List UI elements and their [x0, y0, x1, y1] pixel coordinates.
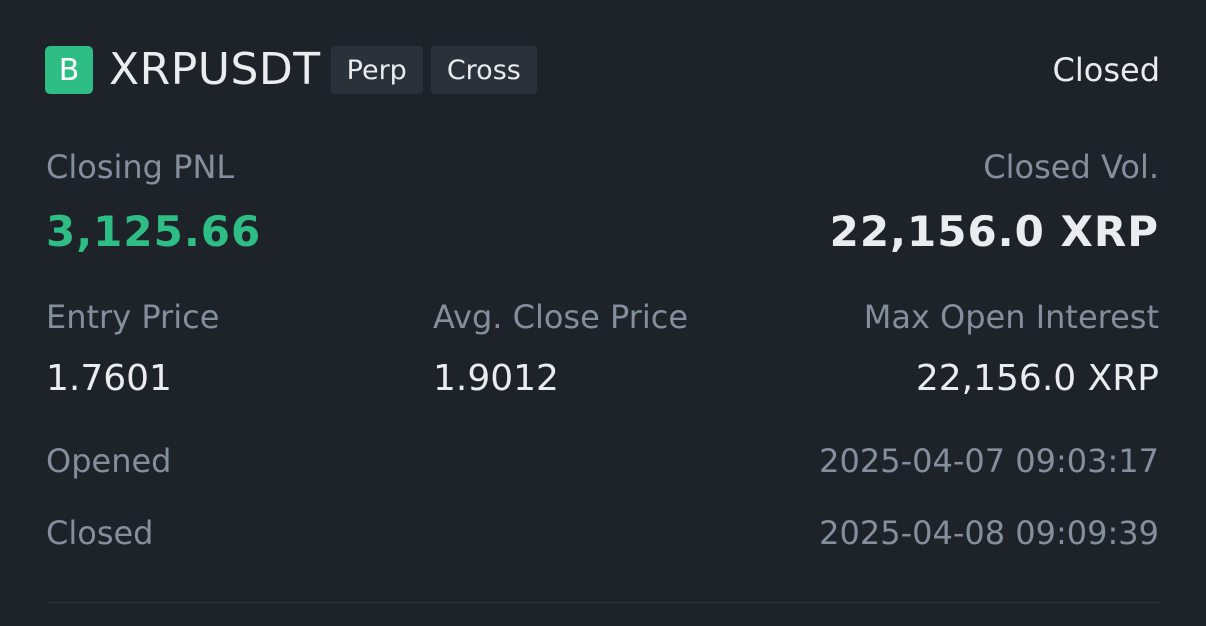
closed-label: Closed — [46, 514, 154, 552]
max-open-interest-label: Max Open Interest — [863, 298, 1159, 336]
buy-side-badge: B — [45, 46, 93, 94]
closing-pnl-value: 3,125.66 — [46, 207, 262, 256]
margin-mode-tag: Cross — [430, 46, 537, 94]
entry-price-value: 1.7601 — [46, 358, 172, 399]
entry-price-label: Entry Price — [46, 298, 220, 336]
closing-pnl-label: Closing PNL — [46, 148, 235, 186]
position-header: B XRPUSDT Perp Cross Closed — [45, 46, 1160, 94]
avg-close-price-label: Avg. Close Price — [433, 298, 689, 336]
symbol-title: XRPUSDT — [109, 44, 321, 95]
closed-vol-value: 22,156.0 XRP — [829, 207, 1159, 256]
card-divider — [45, 602, 1160, 603]
closed-time: 2025-04-08 09:09:39 — [819, 514, 1159, 552]
closed-vol-label: Closed Vol. — [983, 148, 1159, 186]
position-status: Closed — [1052, 51, 1160, 89]
opened-label: Opened — [46, 442, 172, 480]
closed-position-card[interactable]: B XRPUSDT Perp Cross Closed Closing PNL … — [0, 0, 1206, 626]
opened-time: 2025-04-07 09:03:17 — [819, 442, 1159, 480]
avg-close-price-value: 1.9012 — [433, 358, 559, 399]
perp-tag: Perp — [330, 46, 423, 94]
max-open-interest-value: 22,156.0 XRP — [915, 358, 1159, 399]
